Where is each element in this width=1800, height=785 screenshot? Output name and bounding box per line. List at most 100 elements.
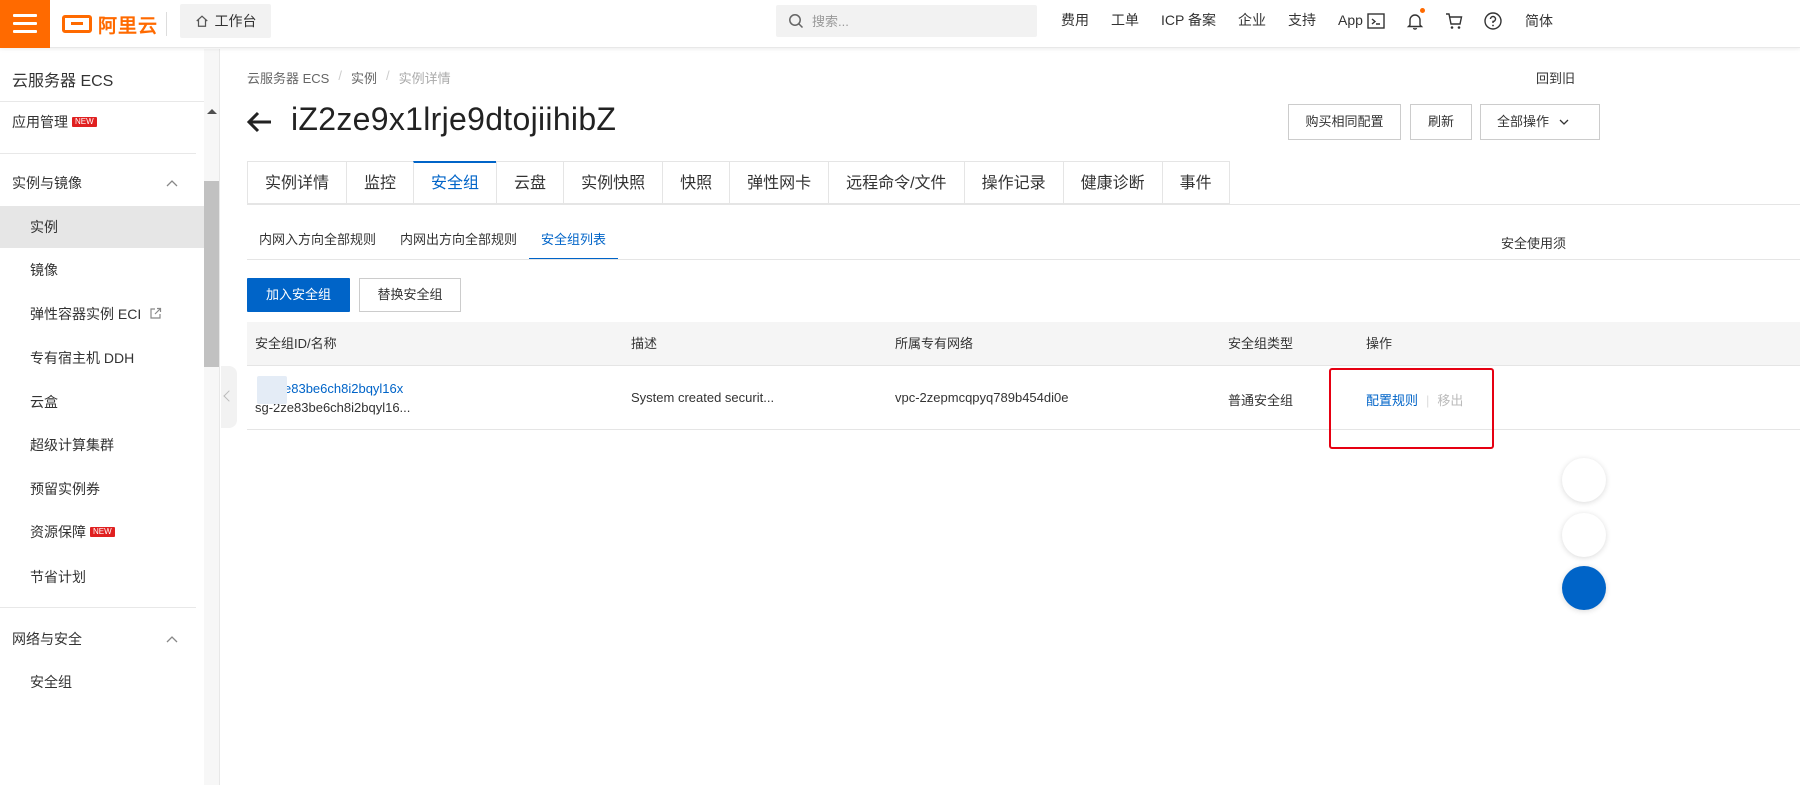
workbench-button[interactable]: 工作台 [180, 4, 271, 38]
tab-snapshot[interactable]: 快照 [662, 161, 730, 204]
tab-cloud-disk[interactable]: 云盘 [496, 161, 564, 204]
scroll-up-arrow-icon[interactable] [207, 109, 217, 114]
bell-icon[interactable] [1405, 8, 1425, 31]
sidebar-group-label: 网络与安全 [12, 631, 82, 647]
aliyun-logo[interactable]: 阿里云 [62, 11, 158, 37]
sidebar-item-label: 弹性容器实例 ECI [30, 306, 142, 322]
floating-assistant-button[interactable] [1562, 566, 1606, 610]
tab-instance-snapshot[interactable]: 实例快照 [563, 161, 663, 204]
external-link-icon [150, 307, 162, 319]
top-nav: 费用 工单 ICP 备案 企业 支持 App [1039, 0, 1363, 40]
tab-health-diagnosis[interactable]: 健康诊断 [1062, 161, 1162, 204]
nav-app[interactable]: App [1338, 12, 1363, 28]
subtab-security-group-list[interactable]: 安全组列表 [529, 222, 619, 260]
subtab-inbound-rules[interactable]: 内网入方向全部规则 [247, 222, 388, 260]
search-input[interactable] [812, 13, 1012, 29]
security-group-description: System created securit... [631, 390, 775, 405]
nav-enterprise[interactable]: 企业 [1238, 10, 1266, 30]
terminal-icon[interactable] [1366, 11, 1386, 31]
notification-dot [1420, 8, 1425, 13]
tab-operation-log[interactable]: 操作记录 [963, 161, 1063, 204]
floating-helper-button[interactable] [1562, 513, 1606, 557]
security-group-type: 普通安全组 [1228, 393, 1294, 408]
sidebar-item-label: 专有宿主机 DDH [30, 350, 135, 366]
subtab-outbound-rules[interactable]: 内网出方向全部规则 [388, 222, 529, 260]
hamburger-menu-icon[interactable] [0, 0, 50, 48]
tab-security-group[interactable]: 安全组 [413, 161, 497, 204]
logo-text: 阿里云 [98, 15, 159, 37]
sidebar-item-ddh[interactable]: 专有宿主机 DDH [0, 337, 204, 379]
back-to-old-link[interactable]: 回到旧 [1536, 68, 1575, 87]
sidebar-item-image[interactable]: 镜像 [0, 249, 204, 291]
sidebar-item-reserved[interactable]: 预留实例券 [0, 468, 204, 510]
nav-icp[interactable]: ICP 备案 [1161, 10, 1216, 30]
workbench-label: 工作台 [214, 13, 257, 29]
sidebar-item-resource[interactable]: 资源保障 NEW [0, 511, 204, 553]
column-header: 安全组ID/名称 [255, 336, 337, 351]
sidebar-scrollbar[interactable] [204, 49, 219, 785]
nav-billing[interactable]: 费用 [1061, 10, 1089, 30]
sidebar: 云服务器 ECS 应用管理 NEW 实例与镜像 实例 镜像 弹性容器实例 ECI … [0, 49, 220, 785]
sidebar-item-instance[interactable]: 实例 [0, 206, 204, 248]
all-operations-dropdown[interactable]: 全部操作 [1480, 104, 1600, 140]
security-group-id-link[interactable]: e83be6ch8i2bqyl16x [284, 381, 403, 396]
cart-icon[interactable] [1444, 11, 1464, 31]
sidebar-item-label: 预留实例券 [30, 481, 100, 497]
breadcrumb: 云服务器 ECS / 实例 / 实例详情 [247, 68, 451, 87]
language-switch[interactable]: 简体 [1525, 11, 1553, 31]
tab-events[interactable]: 事件 [1161, 161, 1230, 204]
chevron-up-icon [166, 636, 178, 643]
security-notice-link[interactable]: 安全使用须 [1501, 233, 1566, 252]
help-icon[interactable] [1483, 11, 1503, 31]
nav-ticket[interactable]: 工单 [1111, 10, 1139, 30]
sidebar-item-hpc[interactable]: 超级计算集群 [0, 424, 204, 466]
sidebar-item-security-group[interactable]: 安全组 [0, 661, 204, 703]
sidebar-item-savings[interactable]: 节省计划 [0, 556, 204, 598]
replace-security-group-button[interactable]: 替换安全组 [359, 278, 461, 312]
breadcrumb-instance[interactable]: 实例 [351, 68, 377, 87]
vpc-id: vpc-2zepmcqpyq789b454di0e [895, 390, 1069, 405]
sidebar-title: 云服务器 ECS [12, 73, 114, 90]
chevron-down-icon [1559, 119, 1569, 125]
search-icon [789, 14, 804, 29]
main-tabs: 实例详情 监控 安全组 云盘 实例快照 快照 弹性网卡 远程命令/文件 操作记录… [247, 161, 1230, 204]
all-operations-label: 全部操作 [1497, 114, 1550, 129]
sidebar-item-label: 云盒 [30, 394, 58, 410]
logo-mark-icon [62, 15, 92, 33]
divider [247, 204, 1800, 205]
column-header: 描述 [631, 336, 658, 351]
breadcrumb-separator: / [385, 68, 390, 83]
tab-eni[interactable]: 弹性网卡 [729, 161, 829, 204]
join-security-group-button[interactable]: 加入安全组 [247, 278, 350, 312]
table-row: e83be6ch8i2bqyl16x sg-2ze83be6ch8i2bqyl1… [247, 367, 1800, 430]
sidebar-item-app-mgmt[interactable]: 应用管理 NEW [0, 101, 204, 143]
breadcrumb-current: 实例详情 [398, 71, 451, 86]
breadcrumb-ecs[interactable]: 云服务器 ECS [247, 68, 329, 87]
chevron-up-icon [166, 180, 178, 187]
scrollbar-thumb[interactable] [204, 181, 219, 367]
floating-helper-button[interactable] [1562, 458, 1606, 502]
search-box[interactable] [776, 5, 1037, 37]
column-header: 安全组类型 [1228, 336, 1294, 351]
sidebar-collapse-handle[interactable] [221, 366, 237, 428]
sidebar-group-label: 实例与镜像 [12, 175, 82, 191]
breadcrumb-separator: / [338, 68, 342, 83]
refresh-button[interactable]: 刷新 [1410, 104, 1472, 140]
sidebar-item-label: 安全组 [30, 674, 72, 690]
sidebar-group-instances[interactable]: 实例与镜像 [0, 162, 196, 204]
buy-same-config-button[interactable]: 购买相同配置 [1288, 104, 1401, 140]
divider [247, 259, 1800, 260]
sidebar-group-network[interactable]: 网络与安全 [0, 618, 196, 660]
sidebar-item-label: 资源保障 [30, 524, 86, 540]
tab-remote-command[interactable]: 远程命令/文件 [828, 161, 964, 204]
nav-support[interactable]: 支持 [1288, 10, 1316, 30]
sidebar-item-eci[interactable]: 弹性容器实例 ECI [0, 293, 204, 335]
sidebar-item-cloudbox[interactable]: 云盒 [0, 381, 204, 423]
divider [0, 153, 196, 154]
top-bar: 阿里云 工作台 费用 工单 ICP 备案 企业 支持 App 简体 [0, 0, 1800, 48]
table-header: 安全组ID/名称 描述 所属专有网络 安全组类型 操作 [247, 322, 1800, 366]
back-arrow-icon[interactable] [246, 108, 274, 136]
home-icon [195, 15, 208, 27]
tab-instance-details[interactable]: 实例详情 [247, 161, 347, 204]
tab-monitoring[interactable]: 监控 [346, 161, 414, 204]
